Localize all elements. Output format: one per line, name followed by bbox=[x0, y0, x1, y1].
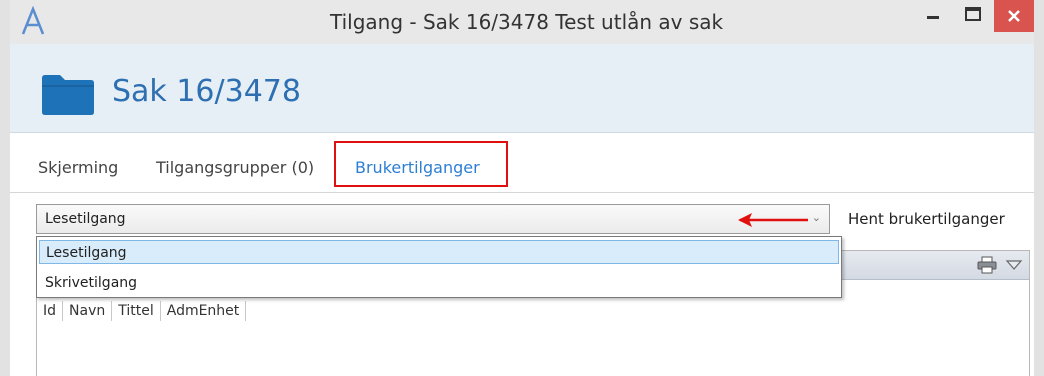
case-title: Sak 16/3478 bbox=[112, 74, 301, 109]
maximize-icon[interactable] bbox=[955, 2, 991, 32]
window: Tilgang - Sak 16/3478 Test utlån av sak … bbox=[10, 0, 1034, 376]
tab-tilgangsgrupper[interactable]: Tilgangsgrupper (0) bbox=[156, 158, 314, 177]
option-skrivetilgang[interactable]: Skrivetilgang bbox=[39, 271, 839, 295]
column-header-navn[interactable]: Navn bbox=[63, 301, 113, 321]
grid-column-headers: Id Navn Tittel AdmEnhet bbox=[37, 301, 247, 321]
printer-icon[interactable] bbox=[977, 256, 997, 274]
fetch-user-access-button[interactable]: Hent brukertilganger bbox=[848, 210, 1005, 228]
dropdown-triangle-icon[interactable] bbox=[1005, 259, 1023, 271]
close-icon bbox=[1008, 10, 1020, 22]
red-arrow-annotation bbox=[738, 213, 808, 227]
case-header: Sak 16/3478 bbox=[10, 44, 1034, 133]
column-header-id[interactable]: Id bbox=[37, 301, 64, 321]
minimize-icon[interactable] bbox=[913, 2, 953, 32]
tab-brukertilganger[interactable]: Brukertilganger bbox=[355, 158, 480, 177]
column-header-tittel[interactable]: Tittel bbox=[112, 301, 161, 321]
access-level-options: Lesetilgang Skrivetilgang bbox=[36, 236, 842, 298]
window-border-right bbox=[1034, 0, 1044, 376]
title-bar[interactable]: Tilgang - Sak 16/3478 Test utlån av sak bbox=[10, 0, 1034, 44]
folder-icon bbox=[42, 75, 94, 115]
tab-bar: Skjerming Tilgangsgrupper (0) Brukertilg… bbox=[10, 132, 1034, 193]
access-level-value: Lesetilgang bbox=[45, 211, 126, 227]
close-button[interactable] bbox=[994, 0, 1034, 32]
chevron-down-icon: ⌄ bbox=[811, 211, 821, 224]
column-header-admenhet[interactable]: AdmEnhet bbox=[160, 301, 247, 321]
window-border-left bbox=[0, 0, 10, 376]
app-a-logo-icon bbox=[21, 6, 45, 35]
tab-skjerming[interactable]: Skjerming bbox=[38, 158, 118, 177]
option-lesetilgang[interactable]: Lesetilgang bbox=[39, 240, 839, 264]
access-level-select[interactable]: Lesetilgang ⌄ bbox=[36, 204, 830, 234]
window-title: Tilgang - Sak 16/3478 Test utlån av sak bbox=[330, 10, 724, 34]
